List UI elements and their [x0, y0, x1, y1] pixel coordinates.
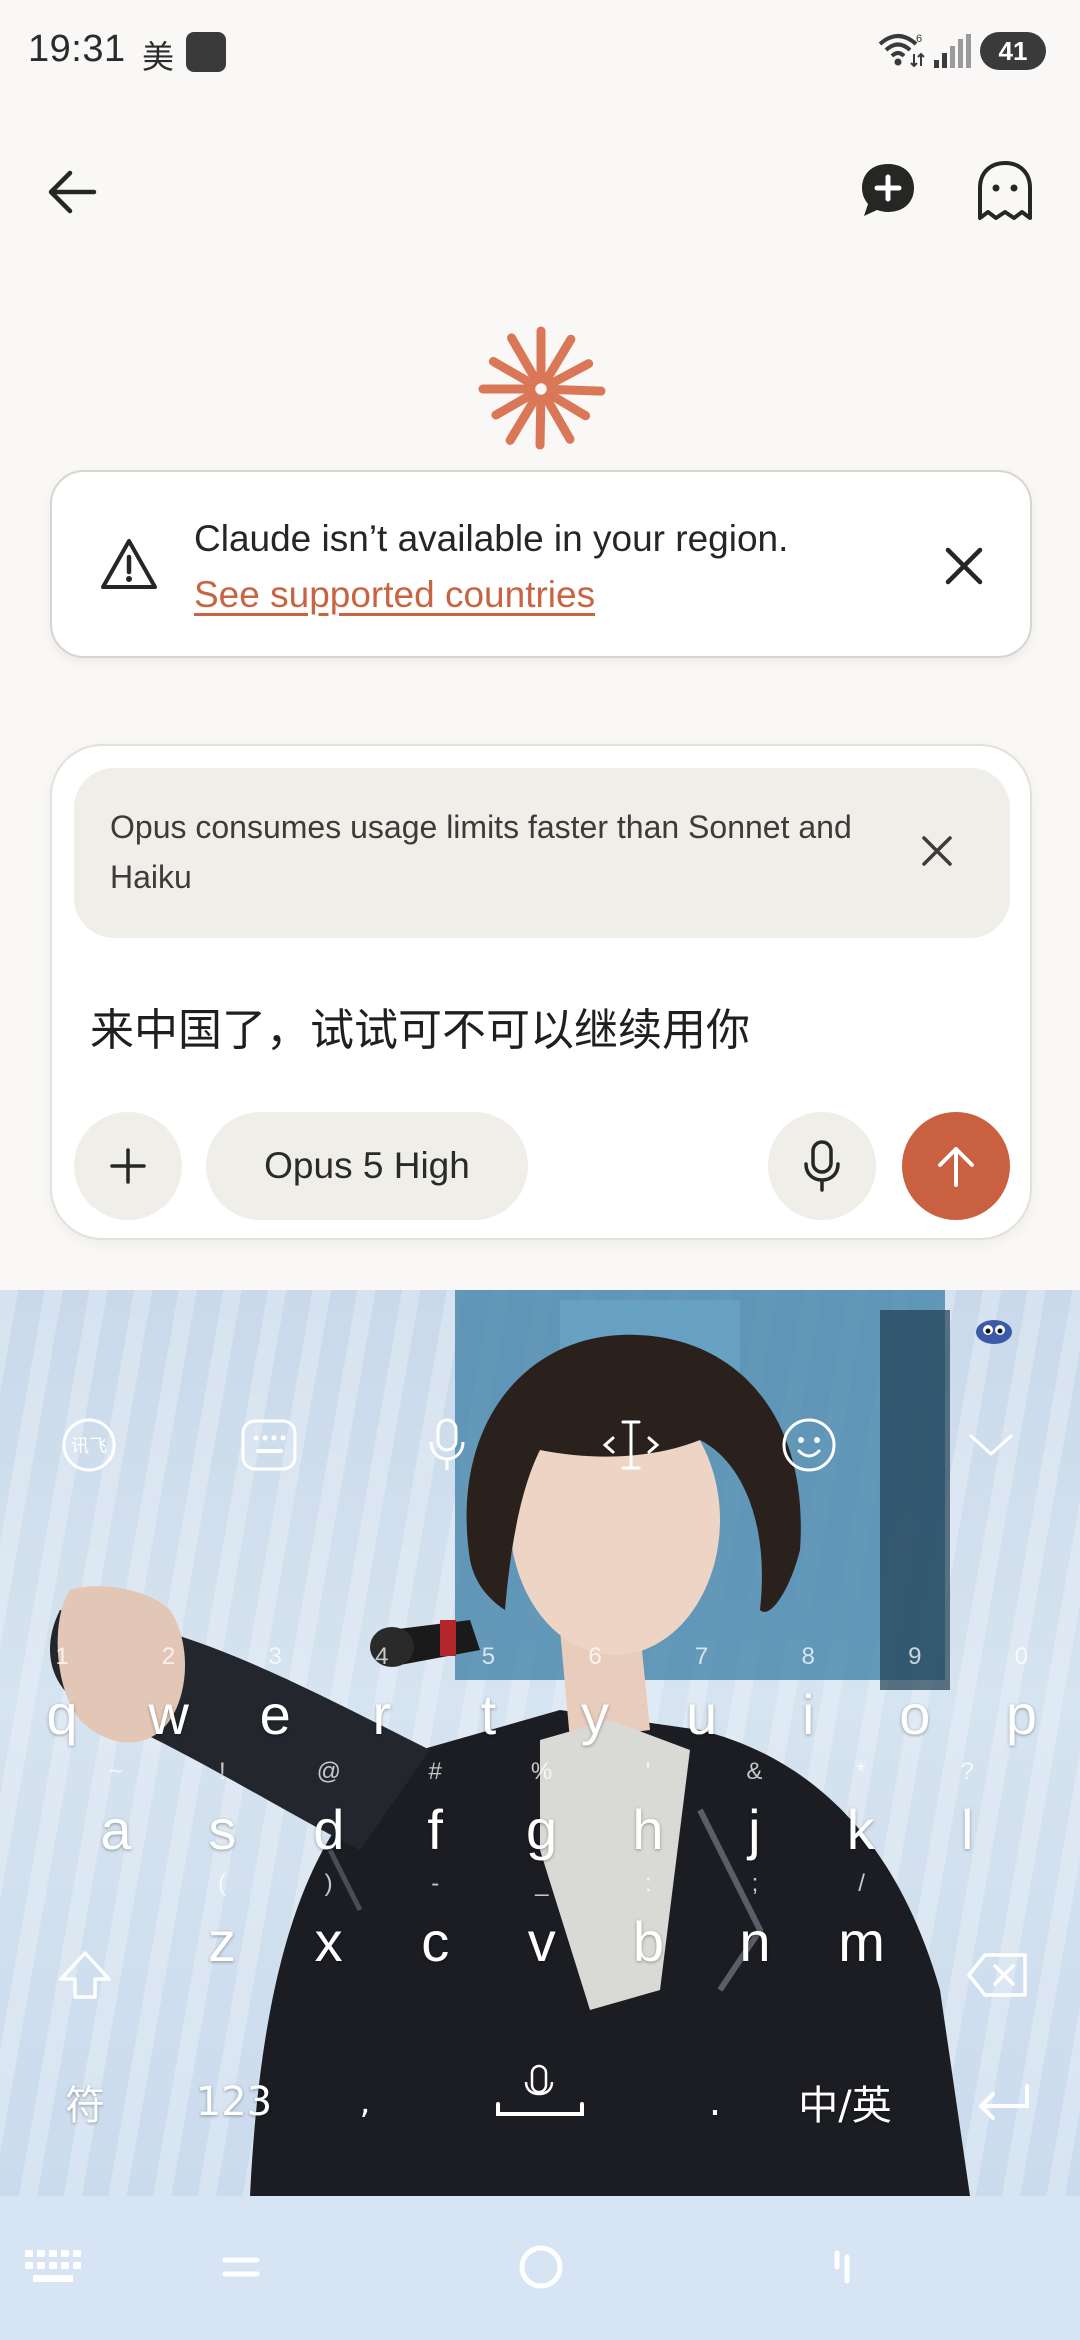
key-e[interactable]: e: [225, 1665, 325, 1765]
key-w[interactable]: w: [119, 1665, 219, 1765]
key-n[interactable]: n: [705, 1892, 805, 1992]
key-g[interactable]: g: [492, 1780, 592, 1880]
svg-text:6: 6: [916, 33, 922, 45]
wifi-icon: 6: [878, 33, 925, 68]
key-o[interactable]: o: [865, 1665, 965, 1765]
key-t[interactable]: t: [438, 1665, 538, 1765]
carrier-glyph: 美: [142, 38, 175, 76]
key-d[interactable]: d: [279, 1780, 379, 1880]
supported-countries-link[interactable]: See supported countries: [194, 574, 595, 616]
warning-triangle-icon: [101, 539, 157, 589]
back-arrow-icon[interactable]: [40, 160, 104, 224]
key-k[interactable]: k: [811, 1780, 911, 1880]
key-l[interactable]: l: [917, 1780, 1017, 1880]
add-attachment-button[interactable]: [74, 1112, 182, 1220]
key-j[interactable]: j: [704, 1780, 804, 1880]
back-icon[interactable]: [808, 2232, 878, 2302]
key-z[interactable]: z: [172, 1892, 272, 1992]
key-m[interactable]: m: [812, 1892, 912, 1992]
emoji-icon[interactable]: [774, 1410, 844, 1480]
key-f[interactable]: f: [385, 1780, 485, 1880]
close-icon[interactable]: [912, 826, 962, 876]
key-u[interactable]: u: [652, 1665, 752, 1765]
shift-icon[interactable]: [40, 1930, 130, 2020]
space-key[interactable]: [490, 2058, 590, 2138]
microphone-icon: [804, 1140, 840, 1192]
battery-level: 41: [998, 35, 1028, 66]
key-x[interactable]: x: [279, 1892, 379, 1992]
status-time: 19:31: [28, 28, 126, 70]
key-h[interactable]: h: [598, 1780, 698, 1880]
status-bar: 19:31 美 6 41: [0, 0, 1080, 104]
key-v[interactable]: v: [492, 1892, 592, 1992]
battery-icon: 41: [980, 32, 1046, 70]
menu-icon[interactable]: [206, 2232, 276, 2302]
message-input[interactable]: 来中国了，试试可不可以继续用你: [90, 994, 750, 1058]
keyboard-skin-icon[interactable]: [970, 1310, 1018, 1350]
key-s[interactable]: s: [172, 1780, 272, 1880]
home-icon[interactable]: [506, 2232, 576, 2302]
app-notification-icon: [186, 32, 226, 72]
message-composer: Opus consumes usage limits faster than S…: [50, 744, 1032, 1240]
microphone-icon[interactable]: [412, 1410, 482, 1480]
numbers-key[interactable]: 123: [174, 2062, 294, 2142]
close-icon[interactable]: [936, 538, 992, 594]
chevron-down-icon[interactable]: [956, 1410, 1026, 1480]
cursor-move-icon[interactable]: [596, 1410, 666, 1480]
keyboard-icon[interactable]: [234, 1410, 304, 1480]
language-switch-key[interactable]: 中/英: [790, 2062, 900, 2142]
navigation-bar: [0, 2196, 1080, 2340]
svg-text:讯飞: 讯飞: [71, 1436, 107, 1457]
send-arrow-up-icon: [938, 1147, 974, 1187]
usage-notice: Opus consumes usage limits faster than S…: [74, 768, 1010, 938]
symbols-key[interactable]: 符: [30, 2062, 140, 2142]
key-a[interactable]: a: [66, 1780, 166, 1880]
key-i[interactable]: i: [758, 1665, 858, 1765]
send-button[interactable]: [902, 1112, 1010, 1220]
banner-title: Claude isn’t available in your region.: [194, 518, 789, 559]
comma-key[interactable]: ,: [340, 2062, 390, 2142]
cell-signal-icon: [934, 34, 971, 68]
new-chat-icon[interactable]: [856, 158, 920, 222]
space-microphone-icon: [496, 2064, 584, 2116]
key-c[interactable]: c: [385, 1892, 485, 1992]
voice-input-button[interactable]: [768, 1112, 876, 1220]
plus-icon: [110, 1148, 146, 1184]
usage-notice-text: Opus consumes usage limits faster than S…: [110, 809, 852, 895]
region-warning-banner: Claude isn’t available in your region. S…: [50, 470, 1032, 658]
enter-icon[interactable]: [958, 2062, 1048, 2142]
backspace-icon[interactable]: [952, 1930, 1042, 2020]
claude-starburst-icon: [478, 326, 606, 450]
period-key[interactable]: .: [690, 2062, 740, 2142]
key-b[interactable]: b: [598, 1892, 698, 1992]
model-selector-button[interactable]: Opus 5 High: [206, 1112, 528, 1220]
key-r[interactable]: r: [332, 1665, 432, 1765]
keyboard-switch-icon[interactable]: [18, 2232, 88, 2302]
key-y[interactable]: y: [545, 1665, 645, 1765]
key-p[interactable]: p: [971, 1665, 1071, 1765]
incognito-ghost-icon[interactable]: [972, 158, 1038, 224]
soft-keyboard: 讯飞 1q2w3e4r5t6y7u8i9o0p ~ a! s @ d # f% g ' h & j * k…: [0, 1290, 1080, 2196]
key-q[interactable]: q: [12, 1665, 112, 1765]
ifly-logo-icon[interactable]: 讯飞: [54, 1410, 124, 1480]
